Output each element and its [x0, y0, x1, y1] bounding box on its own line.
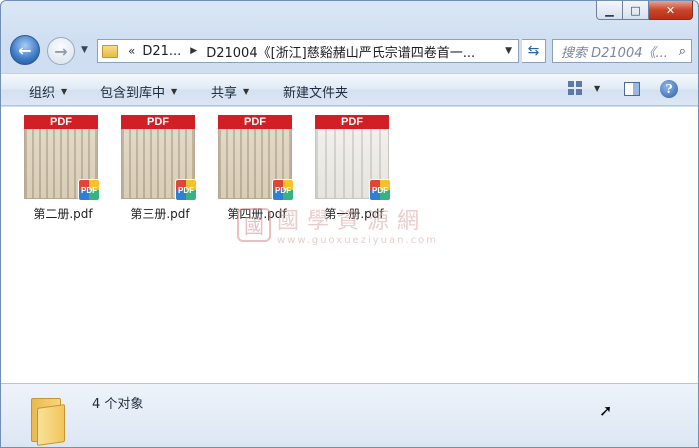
- change-view-button[interactable]: ▼: [568, 81, 600, 95]
- search-icon[interactable]: ⌕: [679, 44, 686, 59]
- pdf-banner: PDF: [218, 115, 292, 129]
- pdf-banner: PDF: [24, 115, 98, 129]
- organize-menu[interactable]: 组织 ▼: [29, 82, 67, 101]
- watermark-text: 國學資源網: [277, 209, 428, 234]
- explorer-window: ▁ □ ✕ ← → ▼ « D21... ▶ D21004《[浙江]慈谿赭山严氏…: [0, 0, 699, 448]
- share-label: 共享: [211, 86, 238, 101]
- caption-buttons: ▁ □ ✕: [596, 1, 693, 20]
- breadcrumb-item-parent[interactable]: D21...: [142, 44, 181, 59]
- file-name[interactable]: 第三册.pdf: [115, 205, 205, 222]
- pdf-app-icon: PDF: [175, 179, 197, 201]
- chevron-down-icon: ▼: [81, 45, 88, 55]
- file-name[interactable]: 第二册.pdf: [18, 205, 108, 222]
- help-button[interactable]: ?: [660, 80, 678, 98]
- view-grid-icon: [568, 81, 582, 95]
- refresh-button[interactable]: ⇆: [522, 39, 546, 63]
- pdf-banner: PDF: [315, 115, 389, 129]
- file-list-area[interactable]: PDF PDF 第二册.pdf PDF PDF 第三册.pdf PDF PDF …: [1, 107, 698, 383]
- close-button[interactable]: ✕: [649, 1, 693, 20]
- navigation-row: ← → ▼ « D21... ▶ D21004《[浙江]慈谿赭山严氏宗谱四卷首一…: [1, 35, 698, 67]
- search-placeholder: 搜索 D21004《...: [561, 45, 668, 61]
- forward-button[interactable]: →: [47, 37, 75, 65]
- pdf-thumbnail: PDF PDF: [24, 115, 100, 201]
- back-button[interactable]: ←: [10, 35, 40, 65]
- mouse-cursor-icon: ➚: [599, 401, 613, 420]
- pdf-app-icon: PDF: [369, 179, 391, 201]
- pdf-thumbnail: PDF PDF: [218, 115, 294, 201]
- folder-icon: [27, 392, 67, 446]
- chevron-down-icon: ▼: [171, 87, 178, 96]
- minimize-button[interactable]: ▁: [596, 1, 623, 20]
- pdf-thumbnail: PDF PDF: [121, 115, 197, 201]
- folder-icon: [102, 44, 118, 58]
- breadcrumb-overflow[interactable]: «: [128, 44, 135, 58]
- refresh-icon: ⇆: [527, 43, 540, 59]
- chevron-down-icon: ▼: [61, 87, 68, 96]
- details-pane: 4 个对象: [1, 383, 698, 447]
- address-bar[interactable]: « D21... ▶ D21004《[浙江]慈谿赭山严氏宗谱四卷首一... ▼: [97, 39, 519, 63]
- item-count: 4 个对象: [92, 397, 144, 412]
- pdf-banner: PDF: [121, 115, 195, 129]
- maximize-button[interactable]: □: [623, 1, 649, 20]
- maximize-icon: □: [630, 3, 641, 17]
- breadcrumb-separator-icon[interactable]: ▶: [190, 46, 197, 56]
- pdf-app-icon: PDF: [272, 179, 294, 201]
- organize-label: 组织: [29, 86, 56, 101]
- share-menu[interactable]: 共享 ▼: [211, 82, 249, 101]
- arrow-right-icon: →: [54, 41, 68, 61]
- pdf-app-icon: PDF: [78, 179, 100, 201]
- watermark-url: www.guoxueziyuan.com: [277, 235, 438, 246]
- watermark-seal: 國: [237, 207, 271, 242]
- close-icon: ✕: [665, 3, 676, 17]
- include-in-library-label: 包含到库中: [100, 86, 166, 101]
- address-dropdown-icon[interactable]: ▼: [505, 46, 512, 56]
- preview-pane-button[interactable]: [624, 82, 640, 96]
- minimize-icon: ▁: [605, 3, 614, 17]
- chevron-down-icon[interactable]: ▼: [594, 84, 600, 93]
- pdf-thumbnail: PDF PDF: [315, 115, 391, 201]
- chevron-down-icon: ▼: [243, 87, 250, 96]
- search-input[interactable]: 搜索 D21004《... ⌕: [552, 39, 692, 63]
- new-folder-label: 新建文件夹: [283, 86, 349, 101]
- file-item[interactable]: PDF PDF 第三册.pdf: [115, 115, 205, 222]
- watermark: 國 國學資源網 www.guoxueziyuan.com: [237, 203, 438, 246]
- command-bar: 组织 ▼ 包含到库中 ▼ 共享 ▼ 新建文件夹 ▼ ?: [1, 73, 698, 106]
- new-folder-button[interactable]: 新建文件夹: [283, 82, 348, 101]
- arrow-left-icon: ←: [18, 40, 32, 60]
- include-in-library-menu[interactable]: 包含到库中 ▼: [100, 82, 177, 101]
- breadcrumb-item-current[interactable]: D21004《[浙江]慈谿赭山严氏宗谱四卷首一...: [206, 42, 475, 61]
- recent-pages-dropdown[interactable]: ▼: [81, 45, 88, 55]
- file-item[interactable]: PDF PDF 第二册.pdf: [18, 115, 108, 222]
